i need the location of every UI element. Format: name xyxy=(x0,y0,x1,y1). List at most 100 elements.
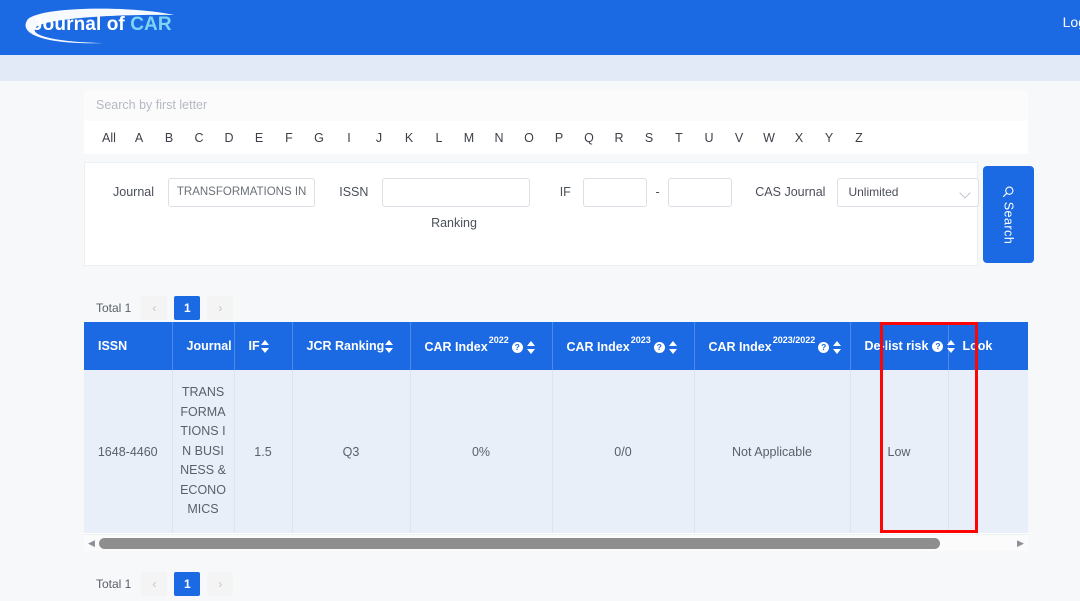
sort-arrows-icon[interactable] xyxy=(833,341,842,355)
letter-filter-l[interactable]: L xyxy=(424,131,454,145)
letter-filter-a[interactable]: A xyxy=(124,131,154,145)
table-header-issn: ISSN xyxy=(84,322,173,370)
letter-filter-z[interactable]: Z xyxy=(844,131,874,145)
table-cell-car-index-2022: 0% xyxy=(410,370,553,533)
search-button-label: Search xyxy=(1001,201,1016,244)
table-row: 1648-4460 TRANSFORMATIONS IN BUSINESS & E… xyxy=(84,370,1028,533)
letter-filter-s[interactable]: S xyxy=(634,131,664,145)
search-button-content: Search xyxy=(1002,185,1016,244)
letter-filter-v[interactable]: V xyxy=(724,131,754,145)
table-cell-if: 1.5 xyxy=(234,370,293,533)
scroll-right-arrow-icon[interactable]: ▶ xyxy=(1013,538,1028,549)
letter-filter-b[interactable]: B xyxy=(154,131,184,145)
letter-filter-m[interactable]: M xyxy=(454,131,484,145)
scrollbar-track[interactable] xyxy=(99,535,1013,552)
help-icon[interactable]: ? xyxy=(932,341,944,353)
table-header-de-list-risk[interactable]: De-list risk? xyxy=(850,322,956,370)
letter-filter-i[interactable]: I xyxy=(334,131,364,145)
table-header-superscript: 2023/2022 xyxy=(772,334,816,345)
letter-filter-panel: Search by first letter All A B C D E F G I J K L M N O… xyxy=(84,90,1028,154)
table-cell-car-index-2023: 0/0 xyxy=(552,370,695,533)
pagination-page-1[interactable]: 1 xyxy=(174,296,201,320)
journal-field-label: Journal xyxy=(113,185,154,199)
table-header-label: JCR Ranking xyxy=(306,338,385,353)
help-icon[interactable]: ? xyxy=(818,342,830,354)
table-header-car-index-2023[interactable]: CAR Index2023? xyxy=(552,322,695,370)
sort-arrows-icon[interactable] xyxy=(668,341,678,355)
journal-input[interactable]: TRANSFORMATIONS IN xyxy=(168,177,316,207)
pagination-prev-button[interactable]: ‹ xyxy=(141,296,168,320)
letter-filter-g[interactable]: G xyxy=(304,131,334,145)
letter-filter-q[interactable]: Q xyxy=(574,131,604,145)
letter-filter-f[interactable]: F xyxy=(274,131,304,145)
table-header-label: CAR Index xyxy=(566,339,630,354)
table-header-label: Journal xyxy=(186,339,232,353)
pagination-next-button-bottom[interactable]: › xyxy=(207,572,234,596)
if-field-label: IF xyxy=(559,185,571,199)
letter-filter-e[interactable]: E xyxy=(244,131,274,145)
journal-results-table-wrapper: ISSN Journal IF JCR Ranking CAR Index2022? CA… xyxy=(84,322,1028,534)
search-form-row: Journal TRANSFORMATIONS IN ISSN IF - CAS… xyxy=(85,177,979,207)
pagination-total-label: Total 1 xyxy=(96,301,132,315)
pagination-total-label-bottom: Total 1 xyxy=(96,577,132,591)
sort-arrows-icon[interactable] xyxy=(385,340,394,354)
search-form-panel: Journal TRANSFORMATIONS IN ISSN IF - CAS… xyxy=(84,162,979,266)
table-horizontal-scrollbar[interactable]: ◀ ▶ xyxy=(84,534,1028,551)
letter-filter-k[interactable]: K xyxy=(394,131,424,145)
letter-filter-w[interactable]: W xyxy=(754,131,784,145)
table-header-row: ISSN Journal IF JCR Ranking CAR Index2022? CA… xyxy=(84,322,1028,370)
letter-filter-u[interactable]: U xyxy=(694,131,724,145)
table-header-label: Look xyxy=(962,339,993,353)
login-link[interactable]: Log xyxy=(1063,14,1080,30)
letter-filter-j[interactable]: J xyxy=(364,131,394,145)
letter-filter-all[interactable]: All xyxy=(94,131,124,145)
cas-ranking-select[interactable]: Unlimited xyxy=(837,177,979,207)
sort-arrows-icon[interactable] xyxy=(526,341,536,355)
site-logo[interactable]: Journal of CAR xyxy=(14,5,184,49)
letter-filter-t[interactable]: T xyxy=(664,131,694,145)
letter-filter-p[interactable]: P xyxy=(544,131,574,145)
table-cell-lookup: 2 xyxy=(948,370,1028,533)
letter-filter-r[interactable]: R xyxy=(604,131,634,145)
table-header-jcr-ranking[interactable]: JCR Ranking xyxy=(292,322,411,370)
cas-ranking-value: Unlimited xyxy=(848,185,899,199)
table-header-label: ISSN xyxy=(98,339,128,353)
table-header-label: De-list risk xyxy=(864,338,929,353)
table-header-if[interactable]: IF xyxy=(234,322,293,370)
letter-filter-d[interactable]: D xyxy=(214,131,244,145)
scrollbar-thumb[interactable] xyxy=(99,537,940,549)
header-accent-band xyxy=(0,55,1080,81)
table-cell-delist-risk: Low xyxy=(850,370,949,533)
issn-field-label: ISSN xyxy=(339,185,369,199)
table-header-label: CAR Index xyxy=(708,339,772,354)
help-icon[interactable]: ? xyxy=(511,342,523,354)
table-cell-jcr-ranking: Q3 xyxy=(292,370,411,533)
letter-filter-c[interactable]: C xyxy=(184,131,214,145)
letter-filter-y[interactable]: Y xyxy=(814,131,844,145)
table-header-label: CAR Index xyxy=(424,339,488,354)
cas-ranking-label-line2: Ranking xyxy=(85,216,979,230)
table-header-car-index-2022[interactable]: CAR Index2022? xyxy=(410,322,553,370)
top-header-bar: Journal of CAR Log xyxy=(0,0,1080,55)
table-header-car-index-2023-2022[interactable]: CAR Index2023/2022? xyxy=(694,322,851,370)
sort-arrows-icon[interactable] xyxy=(947,340,956,354)
letter-filter-o[interactable]: O xyxy=(514,131,544,145)
table-cell-journal: TRANSFORMATIONS IN BUSINESS & ECONOMICS xyxy=(172,370,235,533)
help-icon[interactable]: ? xyxy=(653,342,665,354)
if-max-input[interactable] xyxy=(667,177,733,207)
table-header-label: IF xyxy=(248,338,260,353)
pagination-next-button[interactable]: › xyxy=(207,296,234,320)
search-icon xyxy=(1003,186,1014,197)
letter-filter-row[interactable]: All A B C D E F G I J K L M N O P Q R S T U V W X Y Z xyxy=(84,121,1028,154)
scroll-left-arrow-icon[interactable]: ◀ xyxy=(84,538,99,549)
letter-filter-x[interactable]: X xyxy=(784,131,814,145)
if-min-input[interactable] xyxy=(582,177,648,207)
letter-filter-n[interactable]: N xyxy=(484,131,514,145)
sort-arrows-icon[interactable] xyxy=(260,340,270,354)
if-range-dash: - xyxy=(655,185,660,199)
table-cell-car-index-ratio: Not Applicable xyxy=(694,370,851,533)
issn-input[interactable] xyxy=(382,177,530,207)
search-button[interactable]: Search xyxy=(983,166,1034,263)
pagination-prev-button-bottom[interactable]: ‹ xyxy=(141,572,168,596)
pagination-page-1-bottom[interactable]: 1 xyxy=(174,572,201,596)
